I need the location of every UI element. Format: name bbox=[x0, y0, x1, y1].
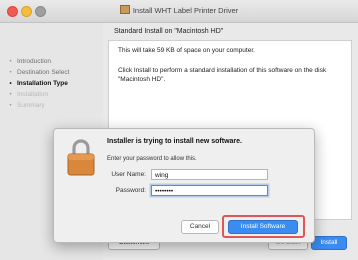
password-field[interactable]: •••••••• bbox=[151, 185, 268, 196]
step-bullet-icon: • bbox=[9, 81, 12, 87]
sidebar-item-label: Summary bbox=[17, 102, 45, 109]
page-heading: Standard Install on "Macintosh HD" bbox=[114, 28, 224, 35]
password-label: Password: bbox=[115, 187, 146, 194]
step-bullet-icon: • bbox=[9, 103, 12, 109]
sidebar-item-installation: • Installation bbox=[8, 91, 48, 98]
dialog-title: Installer is trying to install new softw… bbox=[107, 138, 242, 145]
title-bar: Install WHT Label Printer Driver bbox=[0, 0, 358, 23]
step-bullet-icon: • bbox=[9, 92, 12, 98]
install-button[interactable]: Install bbox=[311, 236, 347, 250]
dialog-prompt: Enter your password to allow this. bbox=[107, 156, 197, 162]
sidebar-item-installation-type: • Installation Type bbox=[8, 80, 68, 87]
sidebar-item-introduction: • Introduction bbox=[8, 58, 51, 65]
window-title-text: Install WHT Label Printer Driver bbox=[132, 6, 239, 15]
lock-icon bbox=[67, 139, 95, 176]
window-title: Install WHT Label Printer Driver bbox=[0, 5, 358, 15]
sidebar-item-label: Installation bbox=[17, 91, 49, 98]
user-name-field[interactable]: wing bbox=[151, 169, 268, 180]
space-required-text: This will take 59 KB of space on your co… bbox=[118, 47, 255, 54]
step-bullet-icon: • bbox=[9, 59, 12, 65]
sidebar-item-label: Installation Type bbox=[17, 80, 68, 87]
package-icon bbox=[119, 5, 130, 14]
install-instructions-text: Click Install to perform a standard inst… bbox=[118, 67, 327, 83]
sidebar-item-label: Introduction bbox=[17, 58, 51, 65]
sidebar-item-summary: • Summary bbox=[8, 102, 45, 109]
install-software-button[interactable]: Install Software bbox=[228, 220, 298, 234]
sidebar-item-label: Destination Select bbox=[17, 69, 70, 76]
step-bullet-icon: • bbox=[9, 70, 12, 76]
cancel-button[interactable]: Cancel bbox=[181, 220, 219, 234]
user-name-label: User Name: bbox=[111, 171, 146, 178]
sidebar-item-destination-select: • Destination Select bbox=[8, 69, 69, 76]
